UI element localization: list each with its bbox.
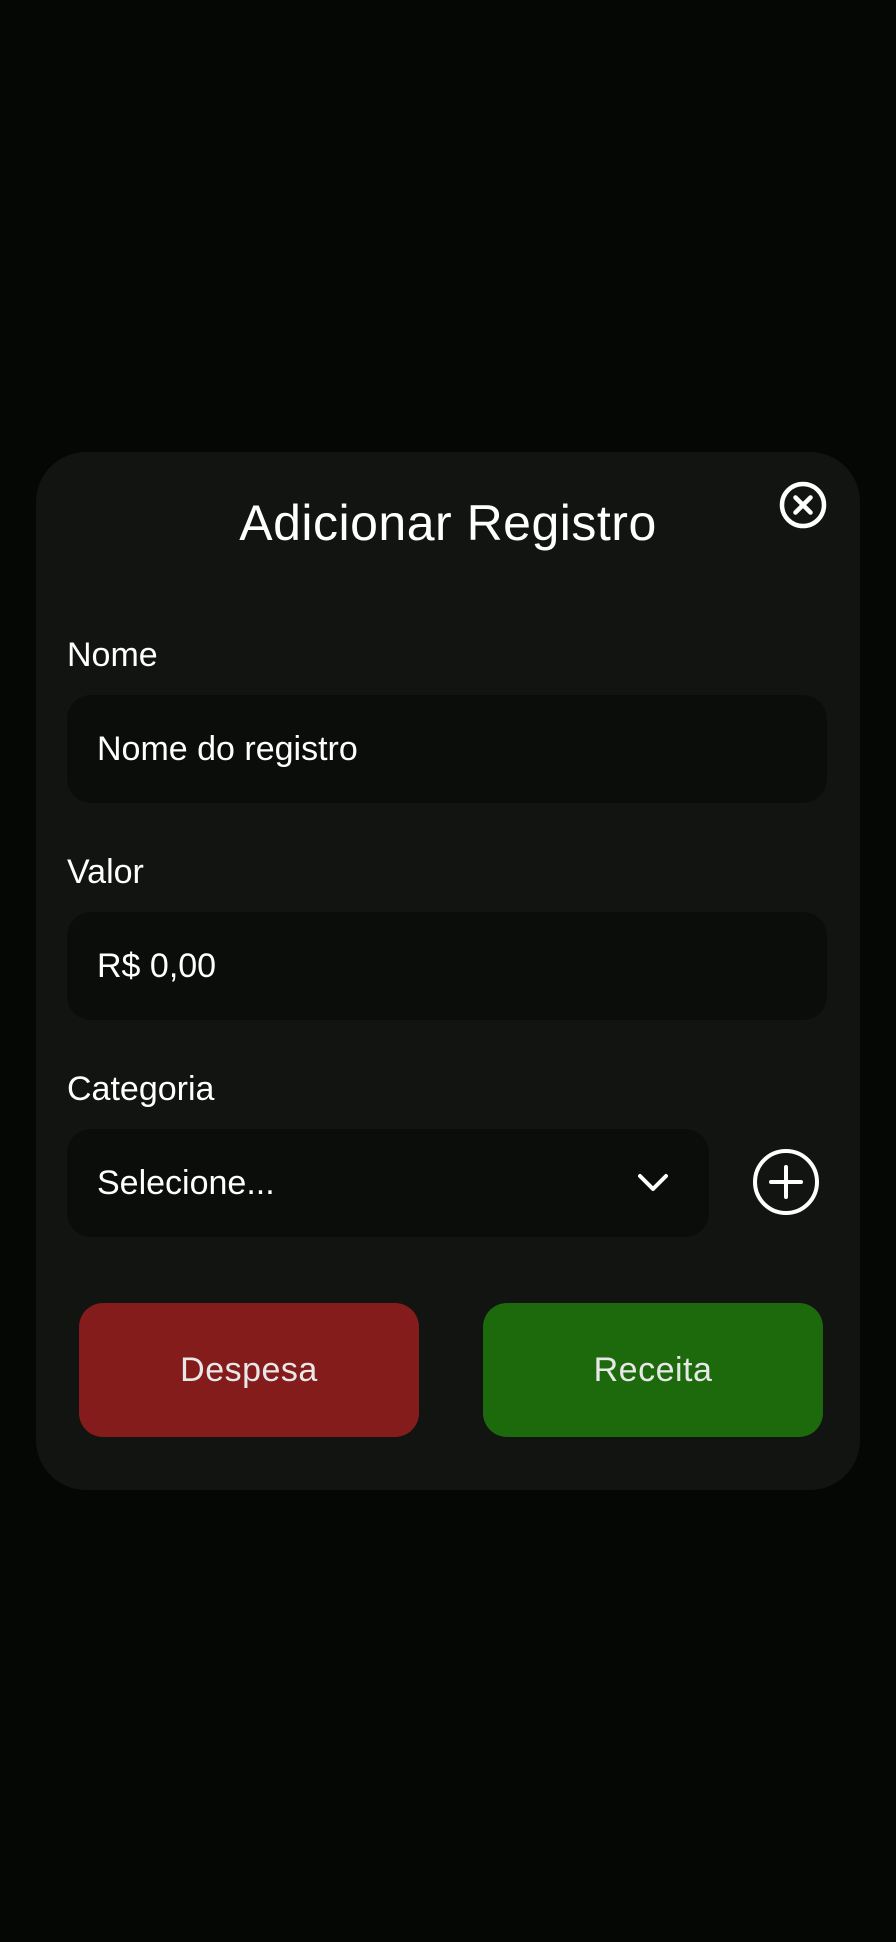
expense-button[interactable]: Despesa (79, 1303, 419, 1437)
add-category-button[interactable] (752, 1148, 820, 1216)
plus-circle-icon (753, 1149, 819, 1215)
category-selected-value: Selecione... (97, 1163, 275, 1202)
add-record-modal: Adicionar Registro Nome Valor Categoria … (36, 452, 860, 1490)
modal-title: Adicionar Registro (239, 495, 657, 551)
close-button[interactable] (778, 480, 828, 530)
category-label: Categoria (67, 1070, 215, 1108)
chevron-down-icon (638, 1174, 668, 1191)
screen-backdrop[interactable]: Adicionar Registro Nome Valor Categoria … (0, 0, 896, 1942)
name-input[interactable] (97, 729, 797, 769)
close-circle-icon (779, 481, 827, 529)
amount-input[interactable] (97, 946, 797, 986)
income-button[interactable]: Receita (483, 1303, 823, 1437)
amount-field-container (67, 912, 827, 1020)
name-label: Nome (67, 636, 158, 674)
amount-label: Valor (67, 853, 144, 891)
name-field-container (67, 695, 827, 803)
category-select[interactable]: Selecione... (67, 1129, 709, 1237)
